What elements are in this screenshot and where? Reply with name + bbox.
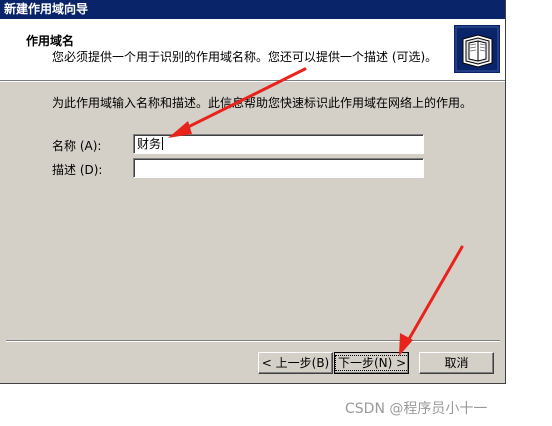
description-label: 描述 (D): <box>52 163 103 177</box>
scope-description-text: 为此作用域输入名称和描述。此信息帮助您快速标识此作用域在网络上的作用。 <box>52 96 473 110</box>
watermark-text: CSDN @程序员小十一 <box>345 401 488 417</box>
window-title: 新建作用域向导 <box>0 0 505 19</box>
page-title: 作用域名 <box>26 34 75 48</box>
scope-name-value: 财务 <box>137 137 162 151</box>
back-button[interactable]: < 上一步(B) <box>258 352 333 374</box>
footer-divider-highlight <box>6 341 500 342</box>
page-subtitle: 您必须提供一个用于识别的作用域名称。您还可以提供一个描述 (可选)。 <box>52 50 438 64</box>
next-button-label: 下一步(N) > <box>335 355 410 371</box>
header-divider <box>0 81 505 82</box>
scope-name-input[interactable]: 财务 <box>133 134 424 154</box>
name-label: 名称 (A): <box>52 139 102 153</box>
wizard-dialog: 新建作用域向导 作用域名 您必须提供一个用于识别的作用域名称。您还可以提供一个描… <box>0 0 506 384</box>
cancel-button[interactable]: 取消 <box>419 352 494 374</box>
screenshot-stage: 新建作用域向导 作用域名 您必须提供一个用于识别的作用域名称。您还可以提供一个描… <box>0 0 552 426</box>
folders-icon <box>454 25 500 73</box>
wizard-header: 作用域名 您必须提供一个用于识别的作用域名称。您还可以提供一个描述 (可选)。 <box>0 19 505 81</box>
text-caret <box>162 137 164 150</box>
next-button[interactable]: 下一步(N) > <box>334 352 410 374</box>
scope-description-input[interactable] <box>133 158 424 178</box>
